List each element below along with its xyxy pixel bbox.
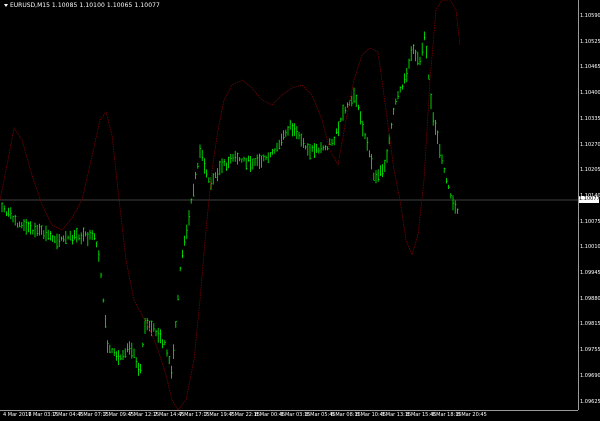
price-tick-label: 1.10525	[580, 38, 600, 45]
current-price-label: 1.10077	[579, 196, 600, 203]
chevron-down-icon[interactable]	[4, 4, 8, 7]
price-tick-label: 1.09625	[580, 398, 600, 405]
price-tick-label: 1.10270	[580, 141, 600, 148]
price-tick-label: 1.10465	[580, 64, 600, 71]
price-tick-label: 1.09690	[580, 372, 600, 379]
price-bars	[1, 31, 459, 379]
price-tick-label: 1.10075	[580, 218, 600, 225]
price-tick-label: 1.10335	[580, 115, 600, 122]
indicator-line	[0, 0, 461, 410]
ohlc-values: 1.10085 1.10100 1.10065 1.10077	[51, 2, 160, 9]
price-tick-label: 1.09945	[580, 270, 600, 276]
price-tick-label: 1.09755	[580, 347, 600, 354]
symbol-name: EURUSD,M15	[10, 2, 50, 9]
price-tick-label: 1.10590	[580, 13, 600, 19]
price-tick-label: 1.10400	[580, 90, 600, 97]
price-tick-label: 1.09880	[580, 295, 600, 302]
price-tick-label: 1.10205	[580, 167, 600, 174]
price-chart-canvas[interactable]	[0, 0, 578, 410]
price-tick-label: 1.09815	[580, 321, 600, 328]
chart-window[interactable]: EURUSD,M15 1.10085 1.10100 1.10065 1.100…	[0, 0, 600, 420]
price-tick-label: 1.10010	[580, 244, 600, 251]
symbol-info: EURUSD,M15 1.10085 1.10100 1.10065 1.100…	[4, 2, 160, 9]
time-tick-label: 8 Mar 20:45	[456, 412, 487, 418]
